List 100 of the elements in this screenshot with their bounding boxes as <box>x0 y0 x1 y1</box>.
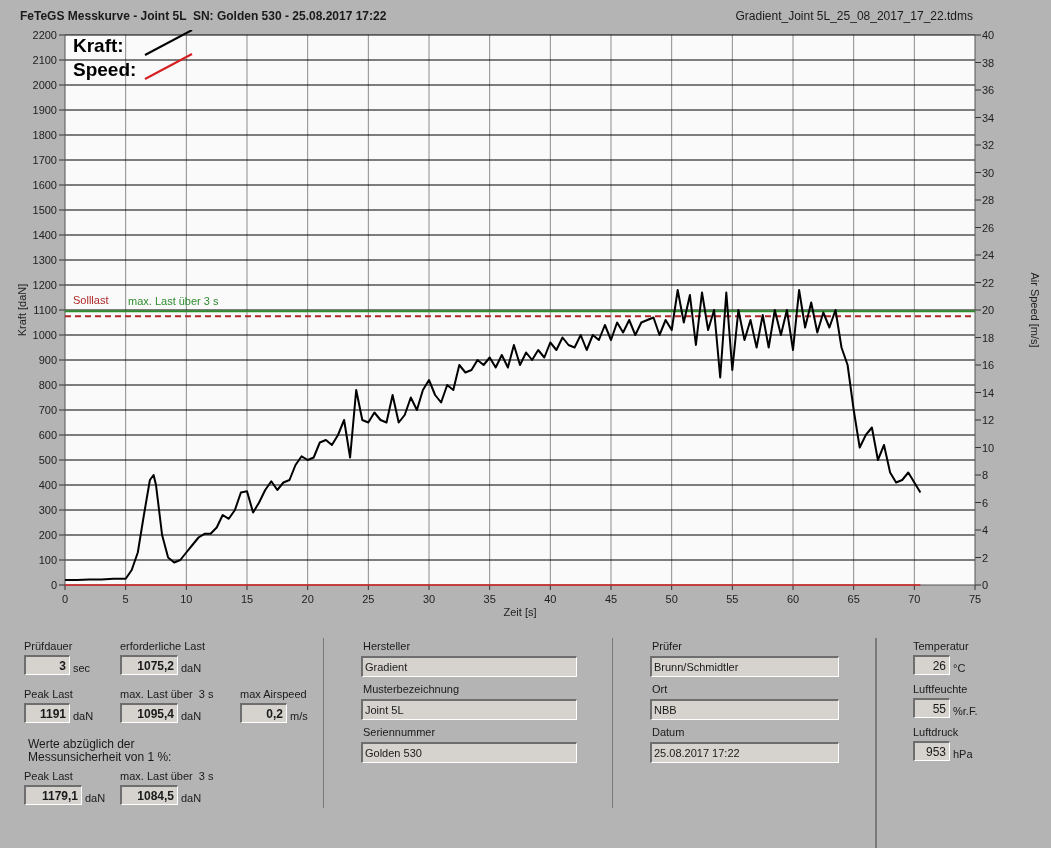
value-display: 0,2 <box>240 703 287 723</box>
y-tick-label: 1600 <box>32 179 57 191</box>
field-label: Musterbezeichnung <box>362 683 460 696</box>
right-tick-label: 12 <box>982 414 995 426</box>
value-display: 1075,2 <box>120 655 178 675</box>
y-tick-label: 1000 <box>32 329 57 341</box>
x-tick-label: 40 <box>544 593 557 605</box>
value-display: 1084,5 <box>120 785 178 805</box>
x-tick-label: 20 <box>301 593 314 605</box>
x-tick-label: 50 <box>665 593 678 605</box>
field-label: Datum <box>651 726 686 739</box>
right-tick-label: 36 <box>982 84 995 96</box>
value-display: 1191 <box>24 703 70 723</box>
unit-label: daN <box>181 792 202 805</box>
y-tick-label: 600 <box>38 429 57 441</box>
right-tick-label: 20 <box>982 304 995 316</box>
unit-label: daN <box>73 710 94 723</box>
field-label: Prüfdauer <box>24 640 74 653</box>
x-tick-label: 35 <box>483 593 496 605</box>
y-tick-label: 200 <box>38 529 57 541</box>
y-axis-label: Kraft [daN] <box>16 283 28 337</box>
field-label: Temperatur <box>913 640 970 653</box>
unit-label: %r.F. <box>953 705 978 718</box>
field-label: Hersteller <box>362 640 412 653</box>
x-tick-label: 45 <box>604 593 618 605</box>
legend-line <box>144 53 193 80</box>
x-axis-label: Zeit [s] <box>503 606 537 618</box>
x-tick-label: 15 <box>240 593 254 605</box>
uncertainty-note: Werte abzüglich der Messunsicherheit von 1 %: <box>27 738 173 766</box>
legend-label: Speed: <box>73 59 137 80</box>
field-label: max Airspeed <box>240 688 308 701</box>
x-tick-label: 10 <box>180 593 193 605</box>
right-axis-label: Air Speed [m/s] <box>1029 272 1041 348</box>
right-tick-label: 38 <box>982 56 995 69</box>
y-tick-label: 1200 <box>32 279 57 291</box>
field-label: Luftdruck <box>913 726 960 739</box>
text-field[interactable]: Brunn/Schmidtler <box>650 656 839 677</box>
text-field[interactable]: 25.08.2017 17:22 <box>650 742 839 763</box>
y-tick-label: 1900 <box>32 104 57 116</box>
unit-label: sec <box>73 662 91 675</box>
unit-label: daN <box>181 710 202 723</box>
y-tick-label: 800 <box>38 379 57 391</box>
unit-label: daN <box>181 662 202 675</box>
legend-label: Kraft: <box>73 35 124 56</box>
right-tick-label: 32 <box>982 139 995 151</box>
y-tick-label: 1400 <box>32 229 57 241</box>
field-label: Prüfer <box>651 640 683 653</box>
y-tick-label: 900 <box>38 354 57 366</box>
y-tick-label: 2200 <box>32 30 57 41</box>
right-tick-label: 26 <box>982 221 995 234</box>
field-label: Peak Last <box>24 688 74 701</box>
y-tick-label: 400 <box>38 479 57 491</box>
text-field[interactable]: NBB <box>650 699 839 720</box>
right-tick-label: 14 <box>982 386 995 399</box>
right-tick-label: 24 <box>982 249 995 261</box>
value-display: 1179,1 <box>24 785 82 805</box>
right-tick-label: 30 <box>982 166 995 179</box>
right-tick-label: 2 <box>982 551 989 564</box>
y-tick-label: 2000 <box>32 79 57 91</box>
x-tick-label: 5 <box>122 593 129 605</box>
x-tick-label: 65 <box>847 593 860 605</box>
field-label: Ort <box>651 683 669 696</box>
y-tick-label: 1100 <box>33 304 57 316</box>
right-tick-label: 10 <box>982 441 995 454</box>
y-tick-label: 1300 <box>32 254 57 266</box>
text-field[interactable]: Golden 530 <box>361 742 577 763</box>
y-tick-label: 100 <box>38 554 57 566</box>
x-tick-label: 60 <box>786 593 800 605</box>
value-display: 953 <box>913 741 950 761</box>
text-field[interactable]: Joint 5L <box>361 699 577 720</box>
x-tick-label: 55 <box>726 593 739 605</box>
right-tick-label: 18 <box>982 331 995 344</box>
right-tick-label: 6 <box>982 496 989 509</box>
y-tick-label: 700 <box>38 404 57 416</box>
y-tick-label: 1800 <box>32 129 57 141</box>
reference-label: Solllast <box>73 294 109 307</box>
field-label: max. Last über 3 s <box>120 688 215 701</box>
y-tick-label: 1700 <box>32 154 57 166</box>
y-tick-label: 300 <box>38 504 57 516</box>
x-tick-label: 30 <box>422 593 436 605</box>
value-display: 26 <box>913 655 950 675</box>
unit-label: hPa <box>953 748 973 761</box>
file-name: Gradient_Joint 5L_25_08_2017_17_22.tdms <box>735 8 973 25</box>
reference-label: max. Last über 3 s <box>128 295 219 308</box>
field-label: erforderliche Last <box>120 640 206 653</box>
y-tick-label: 500 <box>38 454 57 466</box>
field-label: max. Last über 3 s <box>120 770 215 783</box>
unit-label: °C <box>953 662 966 675</box>
field-label: Seriennummer <box>362 726 437 739</box>
right-tick-label: 8 <box>982 469 989 481</box>
x-tick-label: 70 <box>908 593 921 605</box>
value-display: 55 <box>913 698 950 718</box>
value-display: 3 <box>24 655 70 675</box>
right-tick-label: 16 <box>982 359 995 371</box>
unit-label: daN <box>85 792 106 805</box>
y-tick-label: 2100 <box>32 54 57 66</box>
chart-title: FeTeGS Messkurve - Joint 5L SN: Golden 530 - 25.08.2017 17:22 <box>20 8 387 25</box>
x-tick-label: 0 <box>61 593 69 605</box>
right-tick-label: 40 <box>982 30 995 41</box>
text-field[interactable]: Gradient <box>361 656 577 677</box>
